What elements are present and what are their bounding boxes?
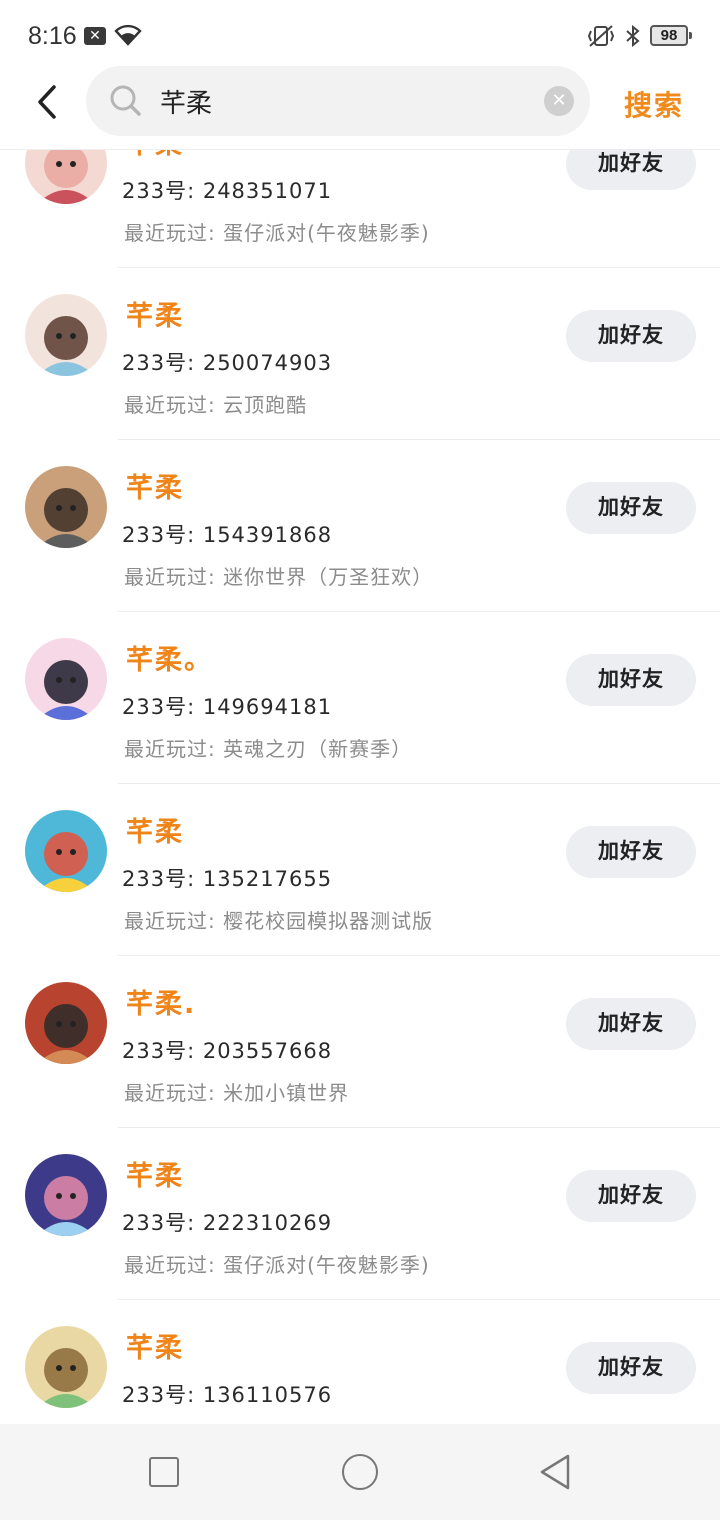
user-id: 233号: 222310269 xyxy=(122,1211,333,1235)
user-name: 芊柔 xyxy=(126,1333,184,1364)
result-item[interactable]: 芊柔 233号: 222310269 最近玩过: 蛋仔派对(午夜魅影季) 加好友 xyxy=(0,1128,720,1300)
user-id: 233号: 154391868 xyxy=(122,523,333,547)
user-id: 233号: 135217655 xyxy=(122,867,333,891)
nav-back-icon[interactable] xyxy=(538,1452,572,1496)
search-input[interactable] xyxy=(160,82,540,120)
battery-indicator: 98 xyxy=(650,25,692,46)
user-id: 233号: 248351071 xyxy=(122,179,333,203)
back-icon[interactable] xyxy=(30,82,66,122)
add-friend-button[interactable]: 加好友 xyxy=(566,310,696,362)
result-item[interactable]: 芊柔。 233号: 149694181 最近玩过: 英魂之刃（新赛季） 加好友 xyxy=(0,612,720,784)
result-item[interactable]: 芊柔. 233号: 203557668 最近玩过: 米加小镇世界 加好友 xyxy=(0,956,720,1128)
search-header: ✕ 搜索 xyxy=(0,66,720,150)
wifi-icon xyxy=(114,24,142,50)
search-button[interactable]: 搜索 xyxy=(624,84,684,124)
avatar[interactable] xyxy=(25,466,107,548)
status-time: 8:16 xyxy=(28,22,77,50)
add-friend-button[interactable]: 加好友 xyxy=(566,654,696,706)
add-friend-button[interactable]: 加好友 xyxy=(566,1170,696,1222)
recently-played: 最近玩过: 蛋仔派对(午夜魅影季) xyxy=(124,1253,430,1277)
recent-apps-icon[interactable] xyxy=(149,1457,179,1487)
user-name: 芊柔。 xyxy=(126,645,213,676)
user-name: 芊柔 xyxy=(126,817,184,848)
result-item[interactable]: 芊柔 233号: 154391868 最近玩过: 迷你世界（万圣狂欢） 加好友 xyxy=(0,440,720,612)
user-name: 芊柔 xyxy=(126,473,184,504)
avatar[interactable] xyxy=(25,638,107,720)
user-id: 233号: 136110576 xyxy=(122,1383,333,1407)
search-results-list: 芊柔233号: 248351071最近玩过: 蛋仔派对(午夜魅影季)加好友芊柔2… xyxy=(0,96,720,1472)
recently-played: 最近玩过: 英魂之刃（新赛季） xyxy=(124,737,413,761)
user-name: 芊柔 xyxy=(126,1161,184,1192)
add-friend-button[interactable]: 加好友 xyxy=(566,826,696,878)
bluetooth-icon xyxy=(624,24,642,52)
system-nav-bar xyxy=(0,1424,720,1520)
add-friend-button[interactable]: 加好友 xyxy=(566,998,696,1050)
status-bar: 8:16 ✕ 98 xyxy=(0,0,720,66)
user-id: 233号: 149694181 xyxy=(122,695,333,719)
user-name: 芊柔. xyxy=(126,989,197,1020)
result-item[interactable]: 芊柔 233号: 135217655 最近玩过: 樱花校园模拟器测试版 加好友 xyxy=(0,784,720,956)
vibrate-icon xyxy=(586,24,616,52)
search-icon xyxy=(108,83,144,123)
avatar[interactable] xyxy=(25,1326,107,1408)
recently-played: 最近玩过: 迷你世界（万圣狂欢） xyxy=(124,565,434,589)
avatar[interactable] xyxy=(25,982,107,1064)
recently-played: 最近玩过: 蛋仔派对(午夜魅影季) xyxy=(124,221,430,245)
recently-played: 最近玩过: 樱花校园模拟器测试版 xyxy=(124,909,434,933)
add-friend-button[interactable]: 加好友 xyxy=(566,482,696,534)
add-friend-button[interactable]: 加好友 xyxy=(566,1342,696,1394)
recently-played: 最近玩过: 米加小镇世界 xyxy=(124,1081,350,1105)
user-id: 233号: 203557668 xyxy=(122,1039,333,1063)
home-icon[interactable] xyxy=(342,1454,378,1490)
user-name: 芊柔 xyxy=(126,301,184,332)
avatar[interactable] xyxy=(25,294,107,376)
search-box[interactable]: ✕ xyxy=(86,66,590,136)
recently-played: 最近玩过: 云顶跑酷 xyxy=(124,393,308,417)
avatar[interactable] xyxy=(25,810,107,892)
result-item[interactable]: 芊柔 233号: 250074903 最近玩过: 云顶跑酷 加好友 xyxy=(0,268,720,440)
avatar[interactable] xyxy=(25,1154,107,1236)
clear-search-icon[interactable]: ✕ xyxy=(544,86,574,116)
notification-x-icon: ✕ xyxy=(84,27,106,45)
user-id: 233号: 250074903 xyxy=(122,351,333,375)
